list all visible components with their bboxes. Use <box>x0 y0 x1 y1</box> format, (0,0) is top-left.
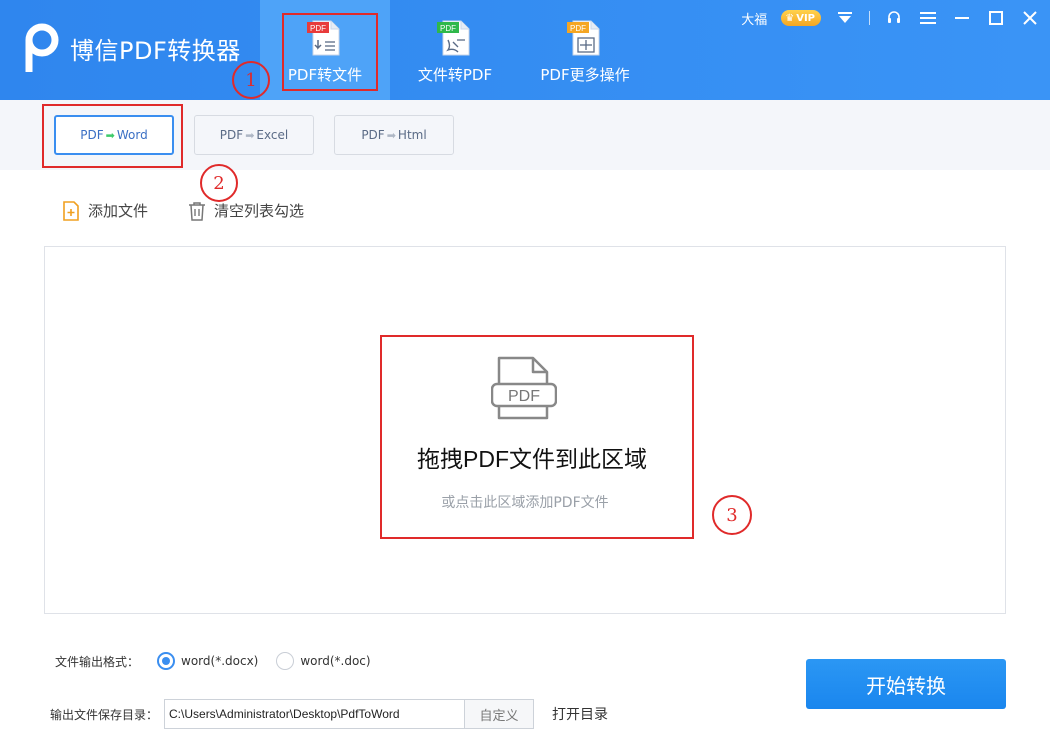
subtab-to: Word <box>116 128 148 142</box>
window-controls: 大福 ♛ VIP <box>741 8 1040 28</box>
customer-service-icon[interactable] <box>884 8 904 28</box>
subtab-from: PDF <box>361 128 385 142</box>
vip-badge[interactable]: ♛ VIP <box>781 10 821 26</box>
output-dir-row: 输出文件保存目录： C:\Users\Administrator\Desktop… <box>50 699 608 729</box>
maximize-icon[interactable] <box>986 8 1006 28</box>
conversion-type-bar: PDF ➡ Word PDF ➡ Excel PDF ➡ Html <box>0 100 1050 170</box>
crown-icon: ♛ <box>785 12 795 24</box>
radio-docx-label: word(*.docx) <box>181 654 259 668</box>
minimize-icon[interactable] <box>952 8 972 28</box>
radio-doc[interactable]: word(*.doc) <box>276 652 371 670</box>
start-convert-button[interactable]: 开始转换 <box>806 659 1006 709</box>
annotation-marker-3: 3 <box>712 495 752 535</box>
add-file-icon <box>63 200 79 221</box>
dropdown-icon[interactable] <box>835 8 855 28</box>
app-title: 博信PDF转换器 <box>70 36 241 65</box>
tab-label: PDF更多操作 <box>540 66 630 84</box>
radio-dot[interactable] <box>276 652 295 670</box>
radio-docx[interactable]: word(*.docx) <box>157 652 258 670</box>
pdf-to-file-icon: PDF <box>305 18 345 58</box>
subtab-pdf-to-html[interactable]: PDF ➡ Html <box>334 115 454 155</box>
radio-doc-label: word(*.doc) <box>300 654 371 668</box>
svg-text:PDF: PDF <box>508 388 540 405</box>
arrow-right-icon: ➡ <box>245 128 255 142</box>
menu-icon[interactable] <box>918 8 938 28</box>
clear-list-label: 清空列表勾选 <box>214 202 305 220</box>
output-dir-label: 输出文件保存目录： <box>50 707 159 722</box>
close-icon[interactable] <box>1020 8 1040 28</box>
pdf-file-icon: PDF <box>490 356 558 422</box>
svg-text:PDF: PDF <box>310 24 326 33</box>
drop-title: 拖拽PDF文件到此区域 <box>417 446 647 472</box>
custom-dir-button[interactable]: 自定义 <box>464 699 535 729</box>
app-logo: 博信PDF转换器 <box>22 22 241 74</box>
file-actions: 添加文件 清空列表勾选 <box>62 200 304 221</box>
title-bar: 博信PDF转换器 PDF PDF转文件 PDF 文件转PDF PDF PDF更多… <box>0 0 1050 100</box>
vip-label: VIP <box>796 12 815 24</box>
annotation-marker-2: 2 <box>200 164 238 202</box>
tab-label: PDF转文件 <box>287 66 363 84</box>
subtab-to: Excel <box>256 128 289 142</box>
separator <box>869 11 870 25</box>
drop-subtitle[interactable]: 或点击此区域添加PDF文件 <box>380 492 670 512</box>
output-format-label: 文件输出格式： <box>55 654 140 669</box>
subtab-from: PDF <box>219 128 244 142</box>
tab-pdf-to-file[interactable]: PDF PDF转文件 <box>260 0 390 100</box>
subtab-pdf-to-word[interactable]: PDF ➡ Word <box>54 115 174 155</box>
tab-label: 文件转PDF <box>417 66 493 84</box>
tab-file-to-pdf[interactable]: PDF 文件转PDF <box>395 0 515 100</box>
subtab-pdf-to-excel[interactable]: PDF ➡ Excel <box>194 115 314 155</box>
clear-list-button[interactable]: 清空列表勾选 <box>188 200 304 221</box>
user-name[interactable]: 大福 <box>741 9 767 28</box>
file-to-pdf-icon: PDF <box>435 18 475 58</box>
output-format-row: 文件输出格式： word(*.docx) word(*.doc) <box>55 652 371 670</box>
svg-text:PDF: PDF <box>570 24 586 33</box>
tab-pdf-more[interactable]: PDF PDF更多操作 <box>525 0 645 100</box>
radio-dot-selected[interactable] <box>157 652 176 670</box>
pdf-more-icon: PDF <box>565 18 605 58</box>
arrow-right-icon: ➡ <box>386 128 396 142</box>
open-dir-button[interactable]: 打开目录 <box>552 704 608 724</box>
arrow-right-icon: ➡ <box>105 128 115 142</box>
logo-icon <box>22 22 62 74</box>
svg-text:PDF: PDF <box>440 24 456 33</box>
subtab-from: PDF <box>80 128 104 142</box>
trash-icon <box>189 201 206 221</box>
add-file-button[interactable]: 添加文件 <box>62 200 148 221</box>
add-file-label: 添加文件 <box>88 202 149 220</box>
output-dir-input[interactable]: C:\Users\Administrator\Desktop\PdfToWord <box>164 699 465 729</box>
annotation-marker-1: 1 <box>232 61 270 99</box>
subtab-to: Html <box>397 128 427 142</box>
